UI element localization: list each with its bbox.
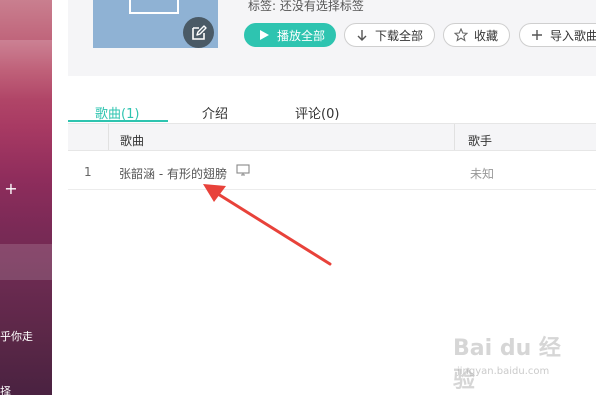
playlist-cover	[93, 0, 218, 48]
play-all-label: 播放全部	[277, 28, 326, 43]
sidebar-selected-item[interactable]	[0, 244, 52, 280]
edit-cover-button[interactable]	[183, 17, 214, 48]
active-tab-indicator	[68, 120, 168, 122]
sidebar: + 乎你走 择	[0, 0, 52, 395]
column-divider[interactable]	[454, 124, 455, 150]
tab-intro[interactable]: 介绍	[202, 103, 228, 122]
edit-icon	[191, 24, 207, 40]
cover-image-icon	[129, 0, 179, 14]
tags-label: 标签: 还没有选择标签	[248, 0, 364, 13]
song-table-header: 歌曲 歌手	[68, 123, 596, 151]
column-header-song[interactable]: 歌曲	[120, 132, 144, 149]
import-songs-button[interactable]: 导入歌曲	[519, 23, 596, 47]
plus-icon	[530, 28, 544, 42]
song-title[interactable]: 张韶涵 - 有形的翅膀	[119, 165, 227, 182]
baidu-watermark: Bai du 经验 jingyan.baidu.com	[453, 330, 571, 393]
table-row[interactable]: 1 张韶涵 - 有形的翅膀 未知	[68, 152, 596, 190]
sidebar-item-text[interactable]: 乎你走	[0, 328, 33, 344]
favorite-button[interactable]: 收藏	[443, 23, 510, 47]
download-all-label: 下载全部	[375, 28, 424, 43]
sidebar-background	[0, 40, 52, 100]
play-icon	[257, 28, 271, 42]
singer-name[interactable]: 未知	[470, 165, 494, 182]
download-icon	[355, 28, 369, 42]
favorite-label: 收藏	[474, 28, 499, 43]
column-header-singer[interactable]: 歌手	[468, 132, 492, 149]
import-songs-label: 导入歌曲	[550, 28, 596, 43]
row-index: 1	[84, 165, 92, 179]
star-icon	[454, 28, 468, 42]
add-playlist-icon[interactable]: +	[4, 180, 18, 198]
sidebar-item-text[interactable]: 择	[0, 383, 11, 395]
mv-icon[interactable]	[236, 164, 250, 176]
play-all-button[interactable]: 播放全部	[244, 23, 336, 47]
watermark-brand: Bai du 经验	[453, 336, 561, 393]
column-divider	[108, 124, 109, 150]
tab-comments[interactable]: 评论(0)	[295, 103, 339, 122]
download-all-button[interactable]: 下载全部	[344, 23, 435, 47]
watermark-url: jingyan.baidu.com	[457, 366, 550, 377]
